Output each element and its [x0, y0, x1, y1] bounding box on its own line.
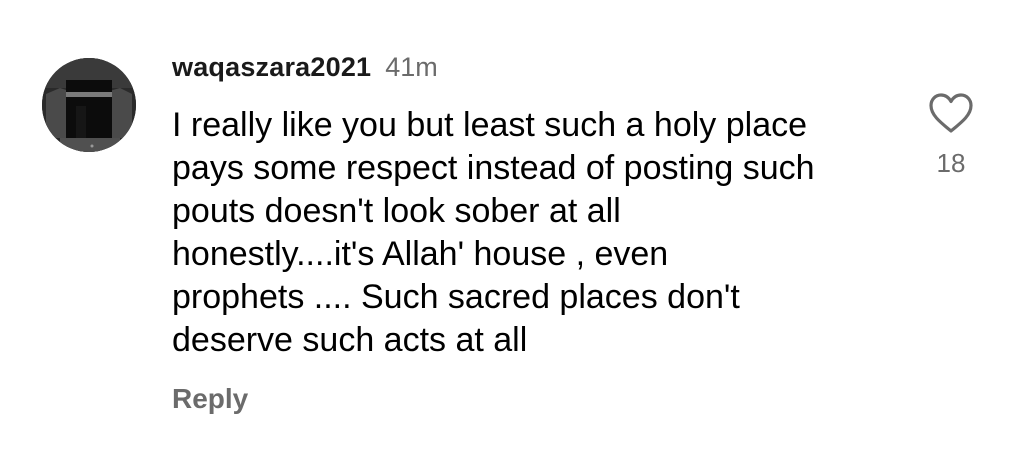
kaaba-avatar-image: [42, 58, 136, 152]
comment-text-line: prophets .... Such sacred places don't: [172, 278, 740, 316]
comment-item: waqaszara2021 41m I really like you but …: [0, 0, 1024, 467]
like-count: 18: [936, 148, 966, 178]
comment-text: I really like you but least such a holy …: [172, 104, 892, 362]
comment-text-line: honestly....it's Allah' house , even: [172, 235, 669, 273]
username-link[interactable]: waqaszara2021: [172, 52, 371, 83]
comment-body: waqaszara2021 41m I really like you but …: [172, 52, 892, 362]
comment-text-line: I really like you but least such a holy …: [172, 106, 808, 144]
timestamp: 41m: [385, 52, 438, 82]
comment-text-line: pays some respect instead of posting suc…: [172, 149, 815, 187]
reply-button[interactable]: Reply: [172, 383, 248, 415]
heart-outline-icon: [929, 93, 973, 133]
comment-meta: waqaszara2021 41m: [172, 52, 892, 92]
comment-text-line: pouts doesn't look sober at all: [172, 192, 621, 230]
like-button[interactable]: [928, 92, 974, 134]
comment-text-line: deserve such acts at all: [172, 321, 528, 359]
avatar[interactable]: [42, 58, 136, 152]
